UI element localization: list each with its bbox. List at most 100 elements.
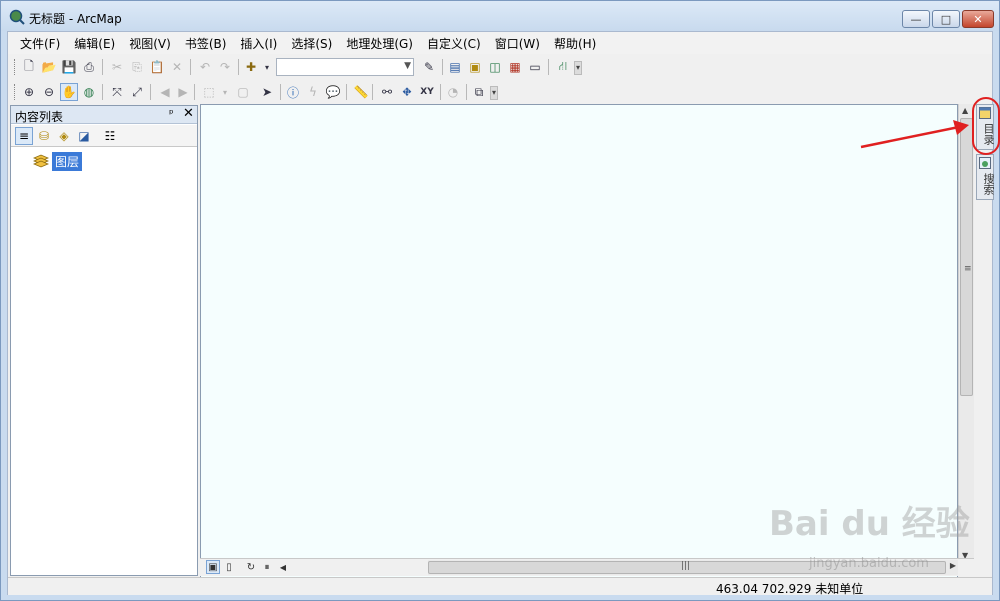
refresh-icon[interactable]: ↻	[244, 560, 258, 574]
layer-item[interactable]: 图层	[33, 151, 83, 171]
redo-icon[interactable]: ↷	[216, 58, 234, 76]
open-folder-icon[interactable]: 📂	[40, 58, 58, 76]
find-route-icon[interactable]: ⛖	[398, 83, 416, 101]
toc-title: 内容列表	[15, 110, 64, 124]
scroll-right-icon[interactable]: ▶	[950, 561, 956, 570]
menu-help[interactable]: 帮助(H)	[554, 35, 596, 52]
pause-drawing-icon[interactable]: ⏸	[260, 560, 274, 574]
map-vertical-scrollbar[interactable]: ▲ ≡ ▼	[958, 104, 974, 562]
scroll-grip-icon: ≡	[964, 264, 972, 274]
search-tab[interactable]: 搜索	[976, 154, 995, 200]
list-by-source-icon[interactable]: ⛁	[35, 127, 53, 145]
menu-insert[interactable]: 插入(I)	[240, 35, 277, 52]
toolbar-separator	[194, 84, 195, 100]
toolbar-separator	[190, 59, 191, 75]
hyperlink-lightning-icon[interactable]: ϟ	[304, 83, 322, 101]
scroll-grip-icon: |||	[681, 561, 691, 571]
pan-hand-icon[interactable]: ✋	[60, 83, 78, 101]
find-binoculars-icon[interactable]: ⚯	[378, 83, 396, 101]
new-document-icon[interactable]: 🗋	[20, 58, 38, 76]
annotation-arrow-icon	[860, 120, 969, 149]
menu-edit[interactable]: 编辑(E)	[74, 35, 115, 52]
title-bar[interactable]: 无标题 - ArcMap — □ ✕	[1, 1, 999, 31]
print-icon[interactable]: ⎙	[80, 58, 98, 76]
undo-icon[interactable]: ↶	[196, 58, 214, 76]
measure-ruler-icon[interactable]: 📏	[352, 83, 370, 101]
data-view-icon[interactable]: ▣	[206, 560, 220, 574]
arcmap-window: 无标题 - ArcMap — □ ✕ 文件(F) 编辑(E) 视图(V) 书签(…	[0, 0, 1000, 601]
list-by-drawing-order-icon[interactable]: ≡	[15, 127, 33, 145]
toolbar-overflow-icon[interactable]: ▾	[574, 61, 582, 75]
select-elements-pointer-icon[interactable]: ➤	[258, 83, 276, 101]
identify-info-icon[interactable]: ⓘ	[284, 83, 302, 101]
toolbar-grip[interactable]	[14, 84, 17, 100]
catalog-window-icon[interactable]: ▣	[466, 58, 484, 76]
layout-view-icon[interactable]: ▯	[222, 560, 236, 574]
full-extent-globe-icon[interactable]: ◍	[80, 83, 98, 101]
map-scale-combo[interactable]: ▼	[276, 58, 414, 76]
fixed-zoom-out-icon[interactable]: ⤢	[128, 83, 146, 101]
toolbar-separator	[372, 84, 373, 100]
toolbar-separator	[280, 84, 281, 100]
back-arrow-icon[interactable]: ◀	[156, 83, 174, 101]
forward-arrow-icon[interactable]: ▶	[174, 83, 192, 101]
delete-icon[interactable]: ✕	[168, 58, 186, 76]
minimize-button[interactable]: —	[902, 10, 930, 28]
toolbar-separator	[150, 84, 151, 100]
python-window-icon[interactable]: ▭	[526, 58, 544, 76]
go-to-xy-icon[interactable]: XY	[418, 83, 436, 101]
scroll-left-icon[interactable]: ◀	[276, 560, 290, 574]
baidu-watermark-url: jingyan.baidu.com	[809, 556, 929, 571]
paste-icon[interactable]: 📋	[148, 58, 166, 76]
zoom-out-icon[interactable]: ⊖	[40, 83, 58, 101]
menu-windows[interactable]: 窗口(W)	[495, 35, 540, 52]
toc-close-icon[interactable]: ✕	[183, 106, 194, 121]
add-data-dropdown-icon[interactable]: ▾	[258, 58, 276, 76]
menu-view[interactable]: 视图(V)	[129, 35, 171, 52]
standard-toolbar: 🗋 📂 💾 ⎙ ✂ ⎘ 📋 ✕ ↶ ↷ ✚ ▾ ▼ ✎ ▤ ▣ ◫ ▦ ▭ ⛙ …	[8, 55, 992, 79]
copy-icon[interactable]: ⎘	[128, 58, 146, 76]
close-icon: ✕	[973, 12, 983, 26]
toolbar-separator	[442, 59, 443, 75]
cut-icon[interactable]: ✂	[108, 58, 126, 76]
layer-label[interactable]: 图层	[52, 151, 83, 171]
modelbuilder-icon[interactable]: ⛙	[554, 58, 572, 76]
clear-selection-icon[interactable]: ▢	[234, 83, 252, 101]
scroll-thumb[interactable]: ≡	[960, 118, 973, 396]
arcmap-logo-icon	[9, 9, 25, 25]
search-tab-label: 搜索	[982, 173, 995, 195]
toolbar-grip[interactable]	[14, 59, 17, 75]
fixed-zoom-in-icon[interactable]: ⤧	[108, 83, 126, 101]
menu-selection[interactable]: 选择(S)	[291, 35, 332, 52]
toc-options-icon[interactable]: ☷	[101, 127, 119, 145]
menu-customize[interactable]: 自定义(C)	[427, 35, 481, 52]
annotation-highlight-circle	[972, 97, 1000, 155]
menu-file[interactable]: 文件(F)	[20, 35, 60, 52]
toolbar-separator	[238, 59, 239, 75]
window-title: 无标题 - ArcMap	[29, 12, 122, 26]
arctoolbox-icon[interactable]: ▦	[506, 58, 524, 76]
zoom-in-icon[interactable]: ⊕	[20, 83, 38, 101]
select-dropdown-icon[interactable]: ▾	[216, 83, 234, 101]
table-of-contents-icon[interactable]: ▤	[446, 58, 464, 76]
maximize-icon: □	[940, 12, 952, 26]
toolbar-separator	[346, 84, 347, 100]
create-viewer-window-icon[interactable]: ⧉	[470, 83, 488, 101]
pin-icon[interactable]: ᵖ	[169, 107, 174, 120]
list-by-selection-icon[interactable]: ◪	[75, 127, 93, 145]
list-by-visibility-icon[interactable]: ◈	[55, 127, 73, 145]
minimize-icon: —	[910, 12, 922, 26]
html-popup-icon[interactable]: 💬	[324, 83, 342, 101]
toc-header: 内容列表 ᵖ ✕	[11, 106, 197, 124]
search-window-icon[interactable]: ◫	[486, 58, 504, 76]
menu-geoprocessing[interactable]: 地理处理(G)	[346, 35, 413, 52]
editor-toolbar-icon[interactable]: ✎	[420, 58, 438, 76]
menu-bookmarks[interactable]: 书签(B)	[185, 35, 227, 52]
toolbar-overflow-icon[interactable]: ▾	[490, 86, 498, 100]
toolbar-separator	[440, 84, 441, 100]
maximize-button[interactable]: □	[932, 10, 960, 28]
save-icon[interactable]: 💾	[60, 58, 78, 76]
search-window-icon	[979, 157, 991, 169]
close-button[interactable]: ✕	[962, 10, 994, 28]
time-slider-icon[interactable]: ◔	[444, 83, 462, 101]
